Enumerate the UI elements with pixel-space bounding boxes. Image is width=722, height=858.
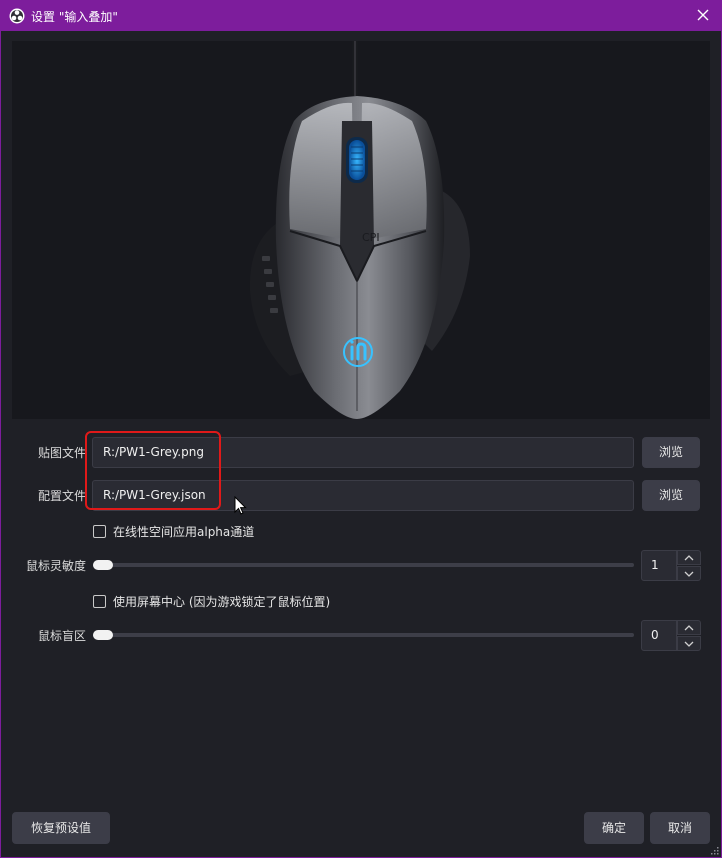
config-file-label: 配置文件 [37, 489, 86, 503]
mouse-sensitivity-slider-handle[interactable] [93, 560, 113, 570]
gaming-mouse-preview: CPI [249, 41, 470, 419]
mouse-deadzone-decrement-button[interactable] [677, 636, 701, 651]
ok-button[interactable]: 确定 [584, 812, 644, 844]
screen-center-checkbox-row[interactable]: 使用屏幕中心 (因为游戏锁定了鼠标位置) [93, 593, 330, 610]
mouse-sensitivity-increment-button[interactable] [677, 550, 701, 565]
preview-area: CPI [12, 41, 710, 419]
mouse-deadzone-increment-button[interactable] [677, 620, 701, 635]
texture-file-label: 贴图文件 [37, 446, 86, 460]
chevron-up-icon [684, 554, 694, 560]
svg-text:CPI: CPI [362, 231, 380, 244]
texture-browse-button[interactable]: 浏览 [642, 437, 700, 468]
linear-alpha-label: 在线性空间应用alpha通道 [113, 525, 255, 539]
cancel-button[interactable]: 取消 [650, 812, 710, 844]
mouse-deadzone-slider[interactable] [93, 633, 634, 637]
obs-logo-icon [9, 8, 25, 24]
mouse-sensitivity-decrement-button[interactable] [677, 566, 701, 581]
config-file-input[interactable]: R:/PW1-Grey.json [92, 480, 634, 511]
chevron-down-icon [684, 641, 694, 647]
chevron-down-icon [684, 571, 694, 577]
config-browse-button[interactable]: 浏览 [642, 480, 700, 511]
mouse-deadzone-slider-handle[interactable] [93, 630, 113, 640]
window-title: 设置 "输入叠加" [31, 10, 118, 24]
screen-center-label: 使用屏幕中心 (因为游戏锁定了鼠标位置) [113, 595, 331, 609]
title-bar: 设置 "输入叠加" [0, 0, 722, 31]
close-icon[interactable] [693, 5, 713, 25]
restore-defaults-button[interactable]: 恢复预设值 [12, 812, 110, 844]
chevron-up-icon [684, 624, 694, 630]
mouse-deadzone-value[interactable]: 0 [641, 620, 677, 651]
resize-grip-icon[interactable] [709, 845, 719, 855]
linear-alpha-checkbox-row[interactable]: 在线性空间应用alpha通道 [93, 523, 254, 540]
screen-center-checkbox[interactable] [93, 595, 106, 608]
mouse-sensitivity-spinbox[interactable]: 1 [641, 550, 701, 581]
mouse-sensitivity-value[interactable]: 1 [641, 550, 677, 581]
mouse-deadzone-spinbox[interactable]: 0 [641, 620, 701, 651]
mouse-cursor-icon [234, 496, 247, 515]
mouse-sensitivity-slider[interactable] [93, 563, 634, 567]
mouse-deadzone-label: 鼠标盲区 [37, 629, 86, 643]
texture-file-input[interactable]: R:/PW1-Grey.png [92, 437, 634, 468]
mouse-sensitivity-label: 鼠标灵敏度 [25, 559, 86, 573]
linear-alpha-checkbox[interactable] [93, 525, 106, 538]
